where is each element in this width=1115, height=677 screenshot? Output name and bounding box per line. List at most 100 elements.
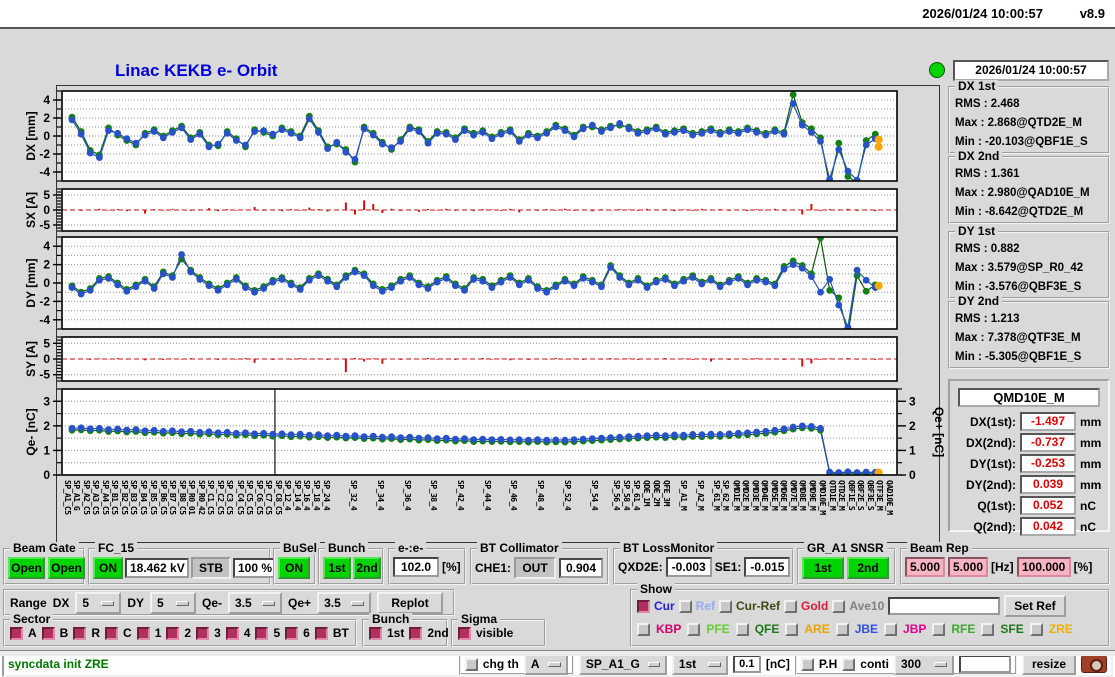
fc15-on-button[interactable]: ON [93, 557, 123, 579]
checkbox-sector-b[interactable] [41, 626, 55, 640]
bunch-1st-button[interactable]: 1st [323, 557, 351, 579]
x-axis-label: SP_24_4 [321, 480, 331, 511]
checkbox-show-are[interactable] [785, 622, 799, 636]
svg-text:0: 0 [909, 468, 916, 481]
monitor-name: QMD10E_M [958, 388, 1100, 407]
svg-text:1: 1 [43, 443, 50, 457]
replot-button[interactable]: Replot [377, 592, 444, 614]
checkbox-show-qfe[interactable] [735, 622, 749, 636]
group-title: BT Collimator [477, 542, 562, 555]
th-select[interactable]: A [523, 653, 568, 675]
interval-select[interactable]: 300 [893, 653, 954, 675]
che1-out-button[interactable]: OUT [514, 557, 557, 579]
bunch-select[interactable]: 1st [671, 653, 728, 675]
x-axis-label: SP_61_M [712, 480, 722, 511]
checkbox-show-rfe[interactable] [932, 622, 946, 636]
bunch-2nd-label: 2nd [427, 626, 449, 640]
x-axis-label: SP_B3_C5 [129, 480, 139, 515]
checkbox-bunch-1st[interactable] [369, 626, 382, 640]
checkbox-show-kbp[interactable] [637, 622, 650, 636]
beam-gate-2-button[interactable]: Open [48, 557, 85, 579]
x-axis-label: QMD6E_M [779, 480, 789, 511]
threshold-input[interactable] [732, 655, 761, 673]
checkbox-sector-1[interactable] [136, 626, 150, 640]
resize-button[interactable]: resize [1021, 653, 1076, 675]
sector-b-label: B [59, 626, 69, 640]
checkbox-sector-r[interactable] [73, 626, 87, 640]
checkbox-show-jbp[interactable] [884, 622, 898, 636]
acquire-frame: P.H conti 300 [794, 653, 1017, 675]
readout-unit: mm [1080, 456, 1102, 471]
chg-th-frame: chg th A [458, 653, 574, 675]
checkbox-show-cur[interactable] [637, 599, 650, 613]
x-axis-label: SP_B2_C5 [120, 480, 130, 515]
checkbox-bunch-2nd[interactable] [409, 626, 423, 640]
readout-label: DX(2nd): [966, 435, 1016, 450]
stats-min: Min : -8.642@QTD2E_M [955, 206, 1084, 218]
extra-input[interactable] [958, 655, 1011, 673]
stats-max: Max : 7.378@QTF3E_M [955, 332, 1081, 344]
group-title: Sector [10, 613, 54, 626]
range-dx-select[interactable]: 5 [75, 592, 122, 614]
checkbox-show-sfe[interactable] [981, 622, 995, 636]
checkbox-chg-th[interactable] [464, 657, 478, 671]
x-axis-label: SP_B6_C5 [158, 480, 168, 515]
group-fc15: FC_15 ON 18.462 kV STB 100 % [88, 542, 275, 585]
fc15-stb-button[interactable]: STB [191, 557, 231, 579]
checkbox-sector-2[interactable] [166, 626, 180, 640]
che1-label: CHE1: [475, 561, 512, 575]
range-dy-select[interactable]: 5 [150, 592, 197, 614]
x-axis-label: SP_58_4 [622, 480, 632, 511]
ref-file-input[interactable] [888, 597, 1001, 615]
group-bunch-select: Bunch 1st 2nd [362, 613, 449, 647]
checkbox-sector-a[interactable] [10, 626, 23, 640]
stats-min: Min : -5.305@QBF1E_S [955, 351, 1082, 363]
gr-a1-2nd-button[interactable]: 2nd [847, 557, 889, 579]
bunch-2nd-button[interactable]: 2nd [353, 557, 381, 579]
x-axis-label: QBF3E_S [865, 480, 875, 511]
svg-text:0: 0 [43, 203, 50, 217]
checkbox-show-gold[interactable] [784, 599, 798, 613]
checkbox-sector-c[interactable] [105, 626, 119, 640]
group-title: GR_A1 SNSR [804, 542, 887, 555]
busel-on-button[interactable]: ON [278, 557, 310, 579]
checkbox-ph[interactable] [800, 657, 814, 671]
application-window: 2026/01/24 10:00:57 v8.9 Linac KEKB e- O… [0, 0, 1115, 677]
range-qep-select[interactable]: 3.5 [317, 592, 372, 614]
monitor-select[interactable]: SP_A1_G [578, 653, 667, 675]
sigma-visible-label: visible [476, 626, 514, 640]
checkbox-show-cur-ref[interactable] [719, 599, 733, 613]
checkbox-show-zre[interactable] [1029, 622, 1043, 636]
checkbox-sector-5[interactable] [255, 626, 269, 640]
checkbox-sector-6[interactable] [285, 626, 299, 640]
checkbox-sector-bt[interactable] [314, 626, 328, 640]
svg-text:0: 0 [43, 468, 50, 481]
checkbox-conti[interactable] [842, 657, 856, 671]
svg-text:Qe+ [nC]: Qe+ [nC] [932, 407, 944, 457]
readout-unit: nC [1080, 498, 1096, 513]
gr-a1-1st-button[interactable]: 1st [802, 557, 844, 579]
checkbox-sigma-visible[interactable] [458, 626, 471, 640]
x-axis-label: SP_42_4 [455, 480, 465, 511]
set-ref-button[interactable]: Set Ref [1004, 595, 1066, 617]
camera-icon[interactable] [1081, 655, 1107, 673]
beam-gate-1-button[interactable]: Open [8, 557, 45, 579]
checkbox-show-ref[interactable] [678, 599, 692, 613]
x-axis-label: SP_12_4 [283, 480, 293, 511]
x-axis-label: SP_A3_C5 [91, 480, 101, 515]
checkbox-sector-4[interactable] [225, 626, 239, 640]
checkbox-show-ave10[interactable] [832, 599, 846, 613]
x-axis-label: SP_B5_C5 [148, 480, 158, 515]
show-kbp-label: KBP [656, 622, 682, 636]
checkbox-sector-3[interactable] [196, 626, 210, 640]
x-axis-label: SP_14_4 [293, 480, 303, 511]
checkbox-show-jbe[interactable] [835, 622, 849, 636]
checkbox-show-pfe[interactable] [687, 622, 701, 636]
readout-unit: nC [1080, 519, 1096, 534]
se1-label: SE1: [714, 560, 742, 574]
plot-sx: 50-5SX [A] [24, 188, 898, 232]
range-label: Range [10, 596, 47, 610]
x-axis-label: SP_56_4 [612, 480, 622, 511]
range-qem-select[interactable]: 3.5 [228, 592, 283, 614]
svg-text:4: 4 [43, 93, 50, 107]
